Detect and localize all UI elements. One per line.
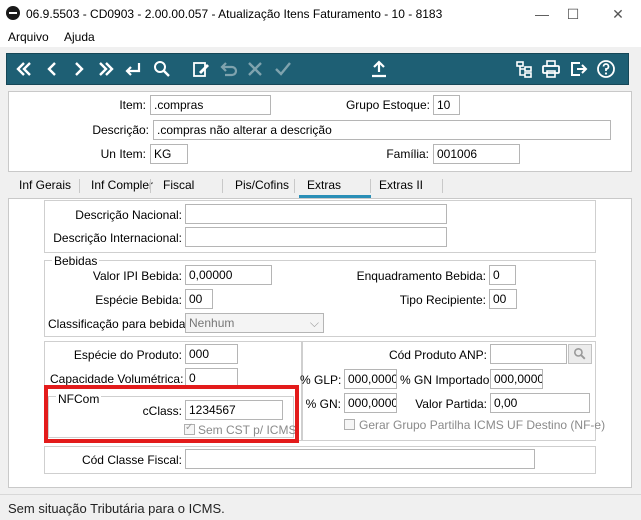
menu-ajuda[interactable]: Ajuda — [64, 30, 95, 44]
gn-importado-field[interactable]: 000,0000 — [490, 369, 543, 389]
descricao-nacional-field[interactable] — [185, 204, 447, 224]
gn-label: % GN: — [305, 397, 341, 411]
print-icon[interactable] — [539, 57, 563, 81]
app-icon — [6, 6, 20, 20]
tab-separator — [79, 179, 80, 193]
cod-classe-fiscal-field[interactable] — [185, 449, 535, 469]
tab-separator — [150, 179, 151, 193]
tab-separator — [442, 179, 443, 193]
menu-arquivo[interactable]: Arquivo — [8, 30, 49, 44]
descricao-field[interactable]: .compras não alterar a descrição — [153, 120, 611, 140]
cod-classe-fiscal-label: Cód Classe Fiscal: — [81, 453, 182, 467]
especie-bebida-label: Espécie Bebida: — [95, 293, 182, 307]
first-record-icon[interactable] — [12, 57, 36, 81]
un-item-label: Un Item: — [100, 147, 146, 161]
menu-bar: Arquivo Ajuda — [0, 28, 641, 47]
gerar-grupo-label: Gerar Grupo Partilha ICMS UF Destino (NF… — [359, 418, 606, 432]
status-text: Sem situação Tributária para o ICMS. — [8, 501, 225, 516]
upload-icon[interactable] — [367, 57, 391, 81]
classificacao-bebidas-label: Classificação para bebidas: — [48, 317, 195, 331]
previous-record-icon[interactable] — [40, 57, 64, 81]
tab-separator — [370, 179, 371, 193]
highlight-box — [44, 385, 299, 443]
tab-separator — [222, 179, 223, 193]
toolbar — [6, 53, 629, 85]
hierarchy-icon[interactable] — [512, 57, 536, 81]
classificacao-bebidas-select[interactable]: Nenhum ⌵ — [185, 313, 324, 333]
tab-extras-ii[interactable]: Extras II — [379, 178, 423, 192]
gn-field[interactable]: 000,0000 — [344, 393, 397, 413]
search-icon[interactable] — [150, 57, 174, 81]
confirm-icon[interactable] — [271, 57, 295, 81]
window-title: 06.9.5503 - CD0903 - 2.00.00.057 - Atual… — [26, 7, 443, 21]
status-bar: Sem situação Tributária para o ICMS. — [0, 494, 641, 520]
especie-produto-field[interactable]: 000 — [185, 344, 238, 364]
maximize-button[interactable]: ☐ — [558, 4, 588, 24]
especie-produto-label: Espécie do Produto: — [73, 348, 182, 362]
minimize-button[interactable]: — — [527, 4, 557, 24]
familia-label: Família: — [386, 147, 429, 161]
descricao-internacional-label: Descrição Internacional: — [53, 231, 182, 245]
tab-separator — [294, 179, 295, 193]
tab-pis-cofins[interactable]: Pis/Cofins — [235, 178, 289, 192]
help-icon[interactable] — [594, 57, 618, 81]
capacidade-volumetrica-label: Capacidade Volumétrica: — [50, 372, 184, 386]
next-record-icon[interactable] — [67, 57, 91, 81]
tipo-recipiente-label: Tipo Recipiente: — [399, 293, 486, 307]
tab-fiscal[interactable]: Fiscal — [163, 178, 194, 192]
undo-icon[interactable] — [216, 57, 240, 81]
chevron-down-icon: ⌵ — [309, 316, 319, 330]
item-label: Item: — [119, 98, 146, 112]
familia-field[interactable]: 001006 — [433, 144, 520, 164]
gerar-grupo-checkbox[interactable] — [344, 419, 355, 430]
classificacao-bebidas-value: Nenhum — [189, 316, 235, 330]
last-record-icon[interactable] — [94, 57, 118, 81]
valor-ipi-bebida-field[interactable]: 0,00000 — [185, 265, 272, 285]
grupo-estoque-field[interactable]: 10 — [433, 95, 460, 115]
cod-produto-anp-field[interactable] — [490, 344, 567, 364]
descricao-internacional-field[interactable] — [185, 227, 447, 247]
title-bar: 06.9.5503 - CD0903 - 2.00.00.057 - Atual… — [0, 0, 641, 28]
return-icon[interactable] — [121, 57, 145, 81]
tipo-recipiente-field[interactable]: 00 — [489, 289, 517, 309]
exit-icon[interactable] — [566, 57, 590, 81]
valor-partida-label: Valor Partida: — [415, 397, 487, 411]
tab-inf-compler[interactable]: Inf Compler — [91, 178, 153, 192]
valor-partida-field[interactable]: 0,00 — [490, 393, 590, 413]
enquadramento-bebida-label: Enquadramento Bebida: — [356, 269, 486, 283]
tab-inf-gerais[interactable]: Inf Gerais — [19, 178, 71, 192]
tab-extras[interactable]: Extras — [307, 178, 341, 192]
grupo-estoque-label: Grupo Estoque: — [345, 98, 430, 112]
especie-bebida-field[interactable]: 00 — [185, 289, 213, 309]
glp-label: % GLP: — [300, 373, 342, 387]
search-icon — [574, 348, 586, 360]
item-field[interactable]: .compras — [150, 95, 271, 115]
close-button[interactable]: ✕ — [603, 4, 633, 24]
enquadramento-bebida-field[interactable]: 0 — [489, 265, 516, 285]
descricao-label: Descrição: — [92, 123, 149, 137]
glp-field[interactable]: 000,0000 — [344, 369, 397, 389]
anp-lookup-button[interactable] — [568, 344, 592, 364]
cancel-icon[interactable] — [243, 57, 267, 81]
cod-produto-anp-label: Cód Produto ANP: — [388, 348, 487, 362]
descricao-nacional-label: Descrição Nacional: — [75, 208, 182, 222]
gn-importado-label: % GN Importado: — [400, 373, 493, 387]
bebidas-title: Bebidas — [52, 254, 100, 268]
un-item-field[interactable]: KG — [150, 144, 188, 164]
valor-ipi-bebida-label: Valor IPI Bebida: — [92, 269, 182, 283]
edit-icon[interactable] — [189, 57, 213, 81]
